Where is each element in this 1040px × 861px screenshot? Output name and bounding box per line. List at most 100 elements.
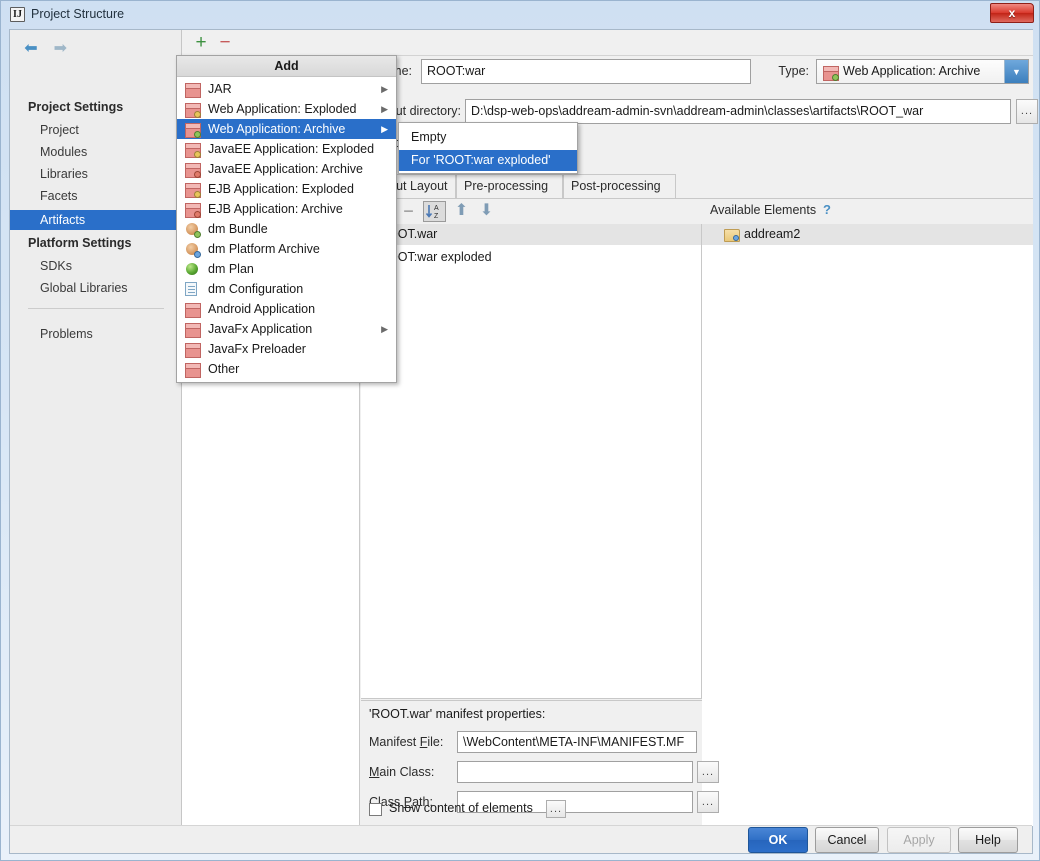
sidebar-item-project[interactable]: Project: [10, 120, 182, 140]
menu-item-label: JAR: [208, 82, 232, 96]
chevron-right-icon: ▶: [381, 324, 388, 334]
menu-item-label: Other: [208, 362, 240, 376]
manifest-properties-panel: 'ROOT.war' manifest properties: Manifest…: [361, 700, 719, 826]
sidebar-item-sdks[interactable]: SDKs: [10, 256, 182, 276]
other-icon: [185, 362, 201, 378]
show-content-label: Show content of elements: [389, 801, 533, 815]
sidebar-item-artifacts[interactable]: Artifacts: [10, 210, 182, 230]
menu-item-javaee-application-archive[interactable]: JavaEE Application: Archive: [177, 159, 396, 179]
menu-item-jar[interactable]: JAR ▶: [177, 79, 396, 99]
menu-item-label: Web Application: Exploded: [208, 102, 357, 116]
menu-item-javaee-application-exploded[interactable]: JavaEE Application: Exploded: [177, 139, 396, 159]
sort-az-icon[interactable]: A Z: [423, 201, 446, 222]
menu-item-ejb-application-exploded[interactable]: EJB Application: Exploded: [177, 179, 396, 199]
menu-item-ejb-application-archive[interactable]: EJB Application: Archive: [177, 199, 396, 219]
menu-item-label: JavaFx Application: [208, 322, 313, 336]
list-item-label: addream2: [744, 227, 801, 241]
chevron-down-icon[interactable]: ▼: [1004, 60, 1028, 83]
plus-icon[interactable]: +: [192, 33, 210, 52]
tab-post-processing[interactable]: Post-processing: [563, 174, 676, 198]
cancel-button[interactable]: Cancel: [815, 827, 879, 853]
submenu-item-empty[interactable]: Empty: [399, 127, 577, 148]
menu-item-other[interactable]: Other: [177, 359, 396, 379]
add-artifact-menu: Add JAR ▶ Web Application: Exploded ▶ Web Ap…: [176, 55, 397, 383]
close-icon[interactable]: x: [990, 3, 1034, 23]
chevron-right-icon: ▶: [381, 84, 388, 94]
javafx-preloader-icon: [185, 342, 201, 358]
artifact-type-combobox[interactable]: Web Application: Archive ▼: [816, 59, 1029, 84]
output-directory-browse-button[interactable]: ...: [1016, 99, 1038, 124]
sidebar-item-modules[interactable]: Modules: [10, 142, 182, 162]
show-content-checkbox[interactable]: [369, 803, 382, 816]
menu-item-javafx-preloader[interactable]: JavaFx Preloader: [177, 339, 396, 359]
manifest-field-browse-button[interactable]: ...: [697, 791, 719, 813]
toolbar-spacer: [360, 30, 1033, 56]
arrow-up-icon[interactable]: ⬆: [451, 201, 472, 222]
table-row[interactable]: ROOT.war: [361, 224, 701, 245]
sidebar-item-problems[interactable]: Problems: [10, 324, 182, 344]
menu-item-label: dm Bundle: [208, 222, 268, 236]
manifest-field-browse-button[interactable]: ...: [697, 761, 719, 783]
javaee-exploded-icon: [185, 142, 201, 158]
ok-button[interactable]: OK: [748, 827, 808, 853]
question-mark-icon[interactable]: ?: [823, 202, 831, 217]
menu-item-label: EJB Application: Exploded: [208, 182, 354, 196]
war-archive-icon: [823, 65, 839, 81]
help-button[interactable]: Help: [958, 827, 1018, 853]
dm-config-icon: [185, 282, 199, 296]
menu-item-label: JavaFx Preloader: [208, 342, 306, 356]
output-directory-input[interactable]: D:\dsp-web-ops\addream-admin-svn\addream…: [465, 99, 1011, 124]
sidebar-item-libraries[interactable]: Libraries: [10, 164, 182, 184]
dm-platform-icon: [185, 242, 201, 258]
menu-item-android-application[interactable]: Android Application: [177, 299, 396, 319]
table-row[interactable]: ROOT:war exploded: [361, 247, 701, 268]
manifest-field-label: Main Class:: [369, 765, 435, 779]
web-exploded-icon: [185, 102, 201, 118]
artifact-name-input[interactable]: ROOT:war: [421, 59, 751, 84]
output-layout-tree[interactable]: ROOT.war ROOT:war exploded: [361, 224, 702, 699]
manifest-field-label: Manifest File:: [369, 735, 444, 749]
manifest-field-input[interactable]: [457, 761, 693, 783]
window-title: Project Structure: [31, 7, 125, 21]
available-elements-tree[interactable]: addream2: [702, 224, 1033, 826]
manifest-field-input[interactable]: \WebContent\META-INF\MANIFEST.MF: [457, 731, 697, 753]
menu-item-dm-plan[interactable]: dm Plan: [177, 259, 396, 279]
show-content-browse-button[interactable]: ...: [546, 800, 566, 818]
sidebar-item-global-libraries[interactable]: Global Libraries: [10, 278, 182, 298]
detail-tabs: Output Layout Pre-processing Post-processi…: [361, 174, 1033, 199]
sidebar-item-facets[interactable]: Facets: [10, 186, 182, 206]
menu-item-label: Web Application: Archive: [208, 122, 346, 136]
sidebar-divider: [28, 308, 164, 309]
javafx-app-icon: [185, 322, 201, 338]
menu-item-dm-bundle[interactable]: dm Bundle: [177, 219, 396, 239]
dialog-button-bar: OK Cancel Apply Help: [10, 825, 1032, 853]
sort-az-glyph: A Z: [425, 205, 439, 220]
arrow-left-icon[interactable]: ⬅: [18, 38, 44, 60]
menu-item-label: dm Configuration: [208, 282, 304, 296]
settings-sidebar: ⬅ ➡ Project Settings Platform Settings Pr…: [10, 30, 182, 825]
sidebar-group-heading: Project Settings: [28, 100, 124, 114]
minus-icon[interactable]: −: [216, 33, 234, 52]
menu-item-label: EJB Application: Archive: [208, 202, 343, 216]
submenu-item-for-root-war-exploded[interactable]: For 'ROOT:war exploded': [399, 150, 577, 171]
arrow-down-icon[interactable]: ⬇: [476, 201, 497, 222]
menu-item-dm-platform-archive[interactable]: dm Platform Archive: [177, 239, 396, 259]
add-menu-header: Add: [177, 56, 396, 77]
javaee-archive-icon: [185, 162, 201, 178]
project-structure-window: IJ Project Structure x ⬅ ➡ Project Setti…: [0, 0, 1040, 861]
menu-item-web-application-exploded[interactable]: Web Application: Exploded ▶: [177, 99, 396, 119]
artifacts-toolbar: + −: [182, 30, 360, 56]
folder-icon: [724, 228, 740, 242]
arrow-right-icon[interactable]: ➡: [47, 38, 73, 60]
list-item[interactable]: addream2: [702, 224, 1033, 245]
minus-icon[interactable]: −: [398, 201, 419, 222]
tab-pre-processing[interactable]: Pre-processing: [456, 174, 563, 198]
menu-item-label: dm Platform Archive: [208, 242, 320, 256]
menu-item-dm-configuration[interactable]: dm Configuration: [177, 279, 396, 299]
menu-item-web-application-archive[interactable]: Web Application: Archive ▶: [177, 119, 396, 139]
apply-button: Apply: [887, 827, 951, 853]
title-bar: IJ Project Structure x: [1, 1, 1039, 28]
menu-item-javafx-application[interactable]: JavaFx Application ▶: [177, 319, 396, 339]
menu-item-label: dm Plan: [208, 262, 254, 276]
navigation-arrows: ⬅ ➡: [18, 38, 73, 60]
